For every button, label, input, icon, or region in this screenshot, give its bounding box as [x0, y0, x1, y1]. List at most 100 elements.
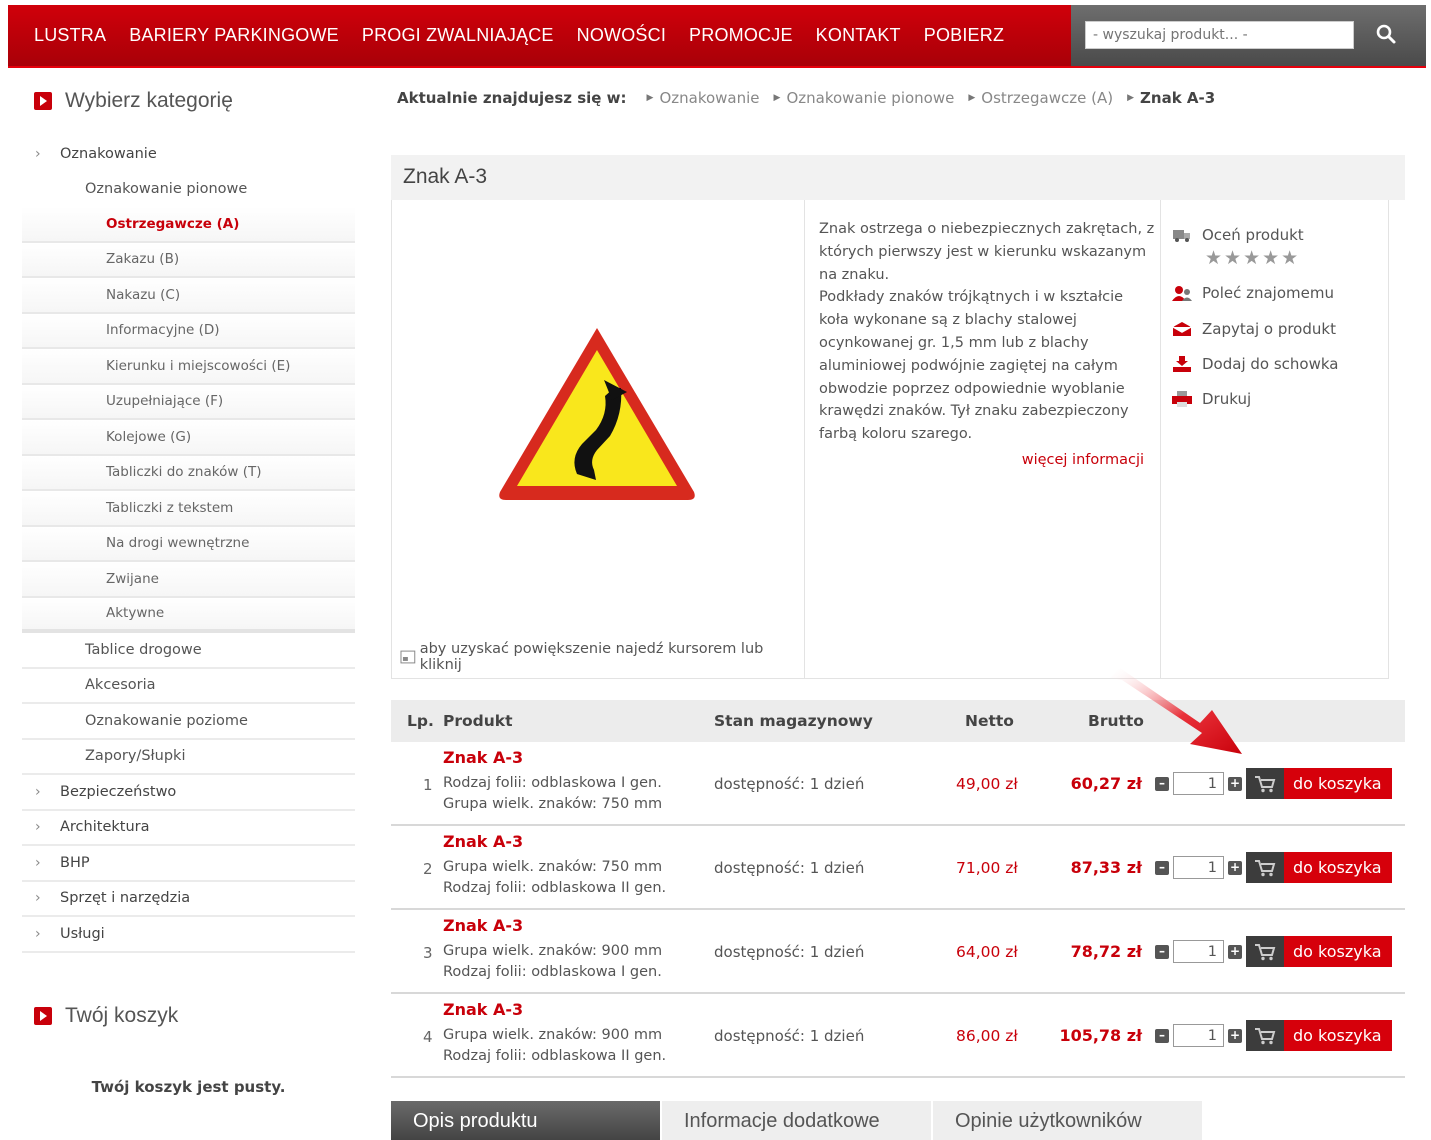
zoom-hint: aby uzyskać powiększenie najedź kursorem…	[400, 641, 804, 673]
search-input[interactable]	[1085, 21, 1354, 49]
row-gross-price: 78,72 zł	[1070, 942, 1142, 961]
qty-increase-button[interactable]: +	[1228, 1029, 1242, 1043]
nav-pobierz[interactable]: POBIERZ	[924, 25, 1004, 46]
nav-bariery-parkingowe[interactable]: BARIERY PARKINGOWE	[129, 25, 339, 46]
add-to-cart-button[interactable]: do koszyka	[1246, 852, 1392, 883]
category-oznakowanie[interactable]: Oznakowanie	[22, 136, 355, 172]
nav-kontakt[interactable]: KONTAKT	[816, 25, 901, 46]
arrow-square-icon	[34, 92, 52, 110]
add-to-cart-label: do koszyka	[1293, 858, 1382, 877]
category-nakazu[interactable]: Nakazu (C)	[22, 278, 355, 314]
cart-icon	[1246, 1020, 1284, 1051]
variants-table-header: Lp. Produkt Stan magazynowy Netto Brutto	[391, 700, 1405, 742]
row-stock: dostępność: 1 dzień	[714, 1027, 865, 1045]
breadcrumb-ostrzegawcze[interactable]: Ostrzegawcze (A)	[981, 89, 1113, 107]
tab-opinie-uzytkownikow[interactable]: Opinie użytkowników	[933, 1101, 1202, 1140]
category-tabliczki-do-znakow[interactable]: Tabliczki do znaków (T)	[22, 455, 355, 491]
category-tablice-drogowe[interactable]: Tablice drogowe	[22, 633, 355, 669]
triangle-right-icon: ▶	[968, 93, 976, 103]
qty-decrease-button[interactable]: –	[1155, 777, 1169, 791]
quantity-input[interactable]	[1173, 1024, 1224, 1047]
rate-product-action[interactable]: Oceń produkt	[1171, 226, 1304, 244]
breadcrumb-oznakowanie[interactable]: Oznakowanie	[659, 89, 759, 107]
nav-lustra[interactable]: LUSTRA	[34, 25, 106, 46]
print-action[interactable]: Drukuj	[1171, 390, 1251, 408]
header-stock: Stan magazynowy	[714, 712, 873, 730]
row-gross-price: 87,33 zł	[1070, 858, 1142, 877]
nav-progi-zwalniajace[interactable]: PROGI ZWALNIAJĄCE	[362, 25, 554, 46]
category-oznakowanie-pionowe[interactable]: Oznakowanie pionowe	[22, 172, 355, 208]
category-list: Oznakowanie Oznakowanie pionowe Ostrzega…	[22, 136, 355, 953]
add-to-wishlist-action[interactable]: Dodaj do schowka	[1171, 355, 1338, 373]
qty-decrease-button[interactable]: –	[1155, 1029, 1169, 1043]
ask-about-product-action[interactable]: Zapytaj o produkt	[1171, 320, 1336, 338]
category-zapory-slupki[interactable]: Zapory/Słupki	[22, 740, 355, 775]
qty-increase-button[interactable]: +	[1228, 861, 1242, 875]
row-product-link[interactable]: Znak A-3	[443, 916, 523, 935]
category-aktywne[interactable]: Aktywne	[22, 597, 355, 633]
category-zakazu[interactable]: Zakazu (B)	[22, 242, 355, 278]
row-product-link[interactable]: Znak A-3	[443, 748, 523, 767]
category-drogi-wewnetrzne[interactable]: Na drogi wewnętrzne	[22, 526, 355, 562]
row-product-link[interactable]: Znak A-3	[443, 1000, 523, 1019]
category-kolejowe[interactable]: Kolejowe (G)	[22, 420, 355, 456]
product-description: Znak ostrzega o niebezpiecznych zakrętac…	[805, 200, 1161, 679]
category-oznakowanie-poziome[interactable]: Oznakowanie poziome	[22, 704, 355, 740]
quantity-input[interactable]	[1173, 856, 1224, 879]
category-zwijane[interactable]: Zwijane	[22, 562, 355, 598]
triangle-right-icon: ▶	[1127, 93, 1135, 103]
category-uzupelniajace[interactable]: Uzupełniające (F)	[22, 384, 355, 420]
category-akcesoria[interactable]: Akcesoria	[22, 669, 355, 704]
category-tabliczki-z-tekstem[interactable]: Tabliczki z tekstem	[22, 491, 355, 527]
cart-icon	[1246, 768, 1284, 799]
cart-icon	[1246, 936, 1284, 967]
zoom-hint-icon	[400, 650, 416, 664]
row-net-price: 71,00 zł	[956, 859, 1018, 877]
row-variant-2: Rodzaj folii: odblaskowa I gen.	[443, 964, 662, 980]
add-to-cart-button[interactable]: do koszyka	[1246, 1020, 1392, 1051]
description-line: na znaku.	[819, 266, 890, 283]
category-bhp[interactable]: BHP	[22, 846, 355, 882]
category-informacyjne[interactable]: Informacyjne (D)	[22, 313, 355, 349]
quantity-input[interactable]	[1173, 772, 1224, 795]
row-product-link[interactable]: Znak A-3	[443, 832, 523, 851]
tab-opis-produktu[interactable]: Opis produktu	[391, 1101, 660, 1140]
tab-informacje-dodatkowe[interactable]: Informacje dodatkowe	[662, 1101, 931, 1140]
table-row: 4 Znak A-3 Grupa wielk. znaków: 900 mm R…	[391, 994, 1405, 1078]
add-to-cart-label: do koszyka	[1293, 1026, 1382, 1045]
triangle-right-icon: ▶	[646, 93, 654, 103]
add-to-cart-button[interactable]: do koszyka	[1246, 768, 1392, 799]
header-lp: Lp.	[407, 712, 434, 730]
category-ostrzegawcze[interactable]: Ostrzegawcze (A)	[22, 207, 355, 243]
qty-decrease-button[interactable]: –	[1155, 945, 1169, 959]
truck-icon	[1171, 226, 1193, 244]
search-button[interactable]	[1371, 19, 1401, 49]
description-line: koła wykonane są z blachy stalowej	[819, 312, 1077, 329]
rating-stars[interactable]: ★★★★★	[1205, 247, 1300, 269]
category-sprzet-i-narzedzia[interactable]: Sprzęt i narzędzia	[22, 882, 355, 917]
search-area	[1071, 5, 1426, 66]
nav-nowosci[interactable]: NOWOŚCI	[577, 25, 666, 46]
row-net-price: 64,00 zł	[956, 943, 1018, 961]
qty-decrease-button[interactable]: –	[1155, 861, 1169, 875]
warning-sign-image[interactable]	[492, 320, 702, 505]
category-architektura[interactable]: Architektura	[22, 811, 355, 846]
product-box: aby uzyskać powiększenie najedź kursorem…	[391, 200, 1389, 679]
qty-increase-button[interactable]: +	[1228, 777, 1242, 791]
row-number: 4	[423, 1028, 433, 1046]
recommend-action[interactable]: Poleć znajomemu	[1171, 284, 1334, 302]
quantity-input[interactable]	[1173, 940, 1224, 963]
category-bezpieczenstwo[interactable]: Bezpieczeństwo	[22, 775, 355, 811]
category-kierunku[interactable]: Kierunku i miejscowości (E)	[22, 349, 355, 385]
header-product: Produkt	[443, 712, 513, 730]
category-uslugi[interactable]: Usługi	[22, 917, 355, 953]
breadcrumb-oznakowanie-pionowe[interactable]: Oznakowanie pionowe	[786, 89, 954, 107]
more-info-link[interactable]: więcej informacji	[1022, 452, 1144, 468]
row-net-price: 49,00 zł	[956, 775, 1018, 793]
nav-promocje[interactable]: PROMOCJE	[689, 25, 793, 46]
search-icon	[1376, 24, 1396, 44]
qty-increase-button[interactable]: +	[1228, 945, 1242, 959]
rate-product-label: Oceń produkt	[1202, 226, 1304, 244]
zoom-hint-text: aby uzyskać powiększenie najedź kursorem…	[419, 641, 764, 673]
add-to-cart-button[interactable]: do koszyka	[1246, 936, 1392, 967]
